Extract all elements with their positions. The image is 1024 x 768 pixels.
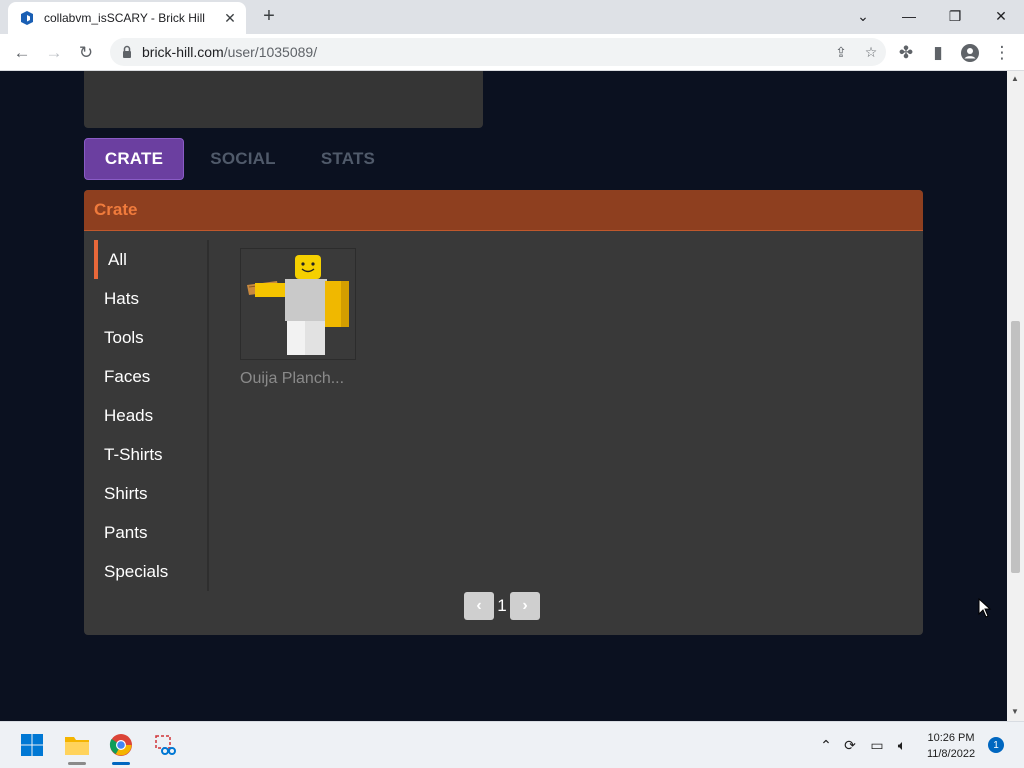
file-explorer-button[interactable] [60, 729, 94, 765]
mouse-cursor-icon [978, 598, 992, 618]
category-list: All Hats Tools Faces Heads T-Shirts Shir… [94, 240, 209, 591]
tab-title: collabvm_isSCARY - Brick Hill [44, 11, 205, 25]
address-bar[interactable]: brick-hill.com/user/1035089/ ⇪ ☆ [110, 38, 886, 66]
reload-button[interactable]: ↻ [72, 39, 100, 67]
browser-menu-icon[interactable]: ⋮ [988, 39, 1016, 67]
snipping-tool-button[interactable] [148, 729, 182, 761]
item-thumbnail[interactable] [240, 248, 356, 360]
tab-close-icon[interactable]: ✕ [218, 6, 242, 30]
prev-page-button[interactable]: ‹ [464, 592, 494, 620]
tab-social[interactable]: SOCIAL [196, 138, 290, 180]
chrome-icon [109, 734, 132, 756]
chrome-button[interactable] [104, 729, 138, 765]
profile-avatar-icon[interactable] [956, 39, 984, 67]
close-window-button[interactable]: ✕ [978, 0, 1024, 32]
chevron-left-icon: ‹ [476, 597, 482, 614]
browser-tab-bar: collabvm_isSCARY - Brick Hill ✕ + ⌄ — ❐ … [0, 0, 1024, 34]
url-text: brick-hill.com/user/1035089/ [142, 44, 318, 60]
crate-title: Crate [84, 190, 923, 231]
sync-icon[interactable]: ⟳ [839, 734, 861, 756]
category-pants[interactable]: Pants [94, 513, 207, 552]
side-panel-icon[interactable]: ▮ [924, 39, 952, 67]
new-tab-button[interactable]: + [257, 6, 281, 28]
category-tools[interactable]: Tools [94, 318, 207, 357]
browser-toolbar: ← → ↻ brick-hill.com/user/1035089/ ⇪ ☆ ✤… [0, 34, 1024, 71]
item-name[interactable]: Ouija Planch... [240, 370, 358, 388]
network-icon[interactable]: ▭ [866, 734, 888, 756]
brick-hill-favicon-icon [21, 11, 33, 25]
category-all[interactable]: All [94, 240, 207, 279]
chevron-right-icon: › [522, 597, 528, 614]
volume-icon[interactable]: 🔈︎ [891, 734, 913, 756]
crate-panel: Crate All Hats Tools Faces Heads T-Shirt… [84, 190, 923, 635]
category-hats[interactable]: Hats [94, 279, 207, 318]
clock-date: 11/8/2022 [926, 748, 976, 760]
pagination: ‹ 1 › [464, 592, 540, 620]
category-faces[interactable]: Faces [94, 357, 207, 396]
forward-button[interactable]: → [40, 39, 68, 67]
system-clock[interactable]: 10:26 PM 11/8/2022 [918, 730, 984, 762]
scroll-up-icon[interactable]: ▲ [1011, 74, 1019, 83]
windows-taskbar: ⌃ ⟳ ▭ 🔈︎ 10:26 PM 11/8/2022 1 [0, 721, 1024, 768]
page-scrollbar[interactable]: ▲ ▼ [1007, 71, 1024, 721]
scissors-icon [155, 735, 176, 755]
category-shirts[interactable]: Shirts [94, 474, 207, 513]
back-button[interactable]: ← [8, 39, 36, 67]
previous-panel [84, 71, 483, 128]
folder-icon [65, 737, 89, 755]
category-heads[interactable]: Heads [94, 396, 207, 435]
bookmark-star-icon[interactable]: ☆ [856, 38, 886, 66]
extensions-icon[interactable]: ✤ [892, 39, 920, 67]
category-t-shirts[interactable]: T-Shirts [94, 435, 207, 474]
lock-icon [123, 45, 131, 58]
browser-tab[interactable]: collabvm_isSCARY - Brick Hill ✕ [8, 2, 246, 34]
next-page-button[interactable]: › [510, 592, 540, 620]
tab-crate[interactable]: CRATE [84, 138, 184, 180]
page-number: 1 [497, 596, 507, 615]
restore-button[interactable]: ❐ [932, 0, 978, 32]
start-button[interactable] [15, 729, 49, 761]
windows-logo-icon [21, 734, 43, 756]
tab-search-icon[interactable]: ⌄ [840, 0, 886, 32]
category-specials[interactable]: Specials [94, 552, 207, 591]
crate-item[interactable]: Ouija Planch... [240, 248, 358, 388]
scrollbar-thumb[interactable] [1011, 321, 1020, 573]
page-viewport: CRATE SOCIAL STATS Crate All Hats Tools … [0, 71, 1007, 721]
chevron-up-icon[interactable]: ⌃ [815, 734, 837, 756]
avatar-figure-icon [247, 255, 349, 355]
notification-badge[interactable]: 1 [988, 737, 1004, 753]
clock-time: 10:26 PM [927, 732, 975, 744]
minimize-button[interactable]: — [886, 0, 932, 32]
scroll-down-icon[interactable]: ▼ [1011, 707, 1019, 716]
tab-stats[interactable]: STATS [308, 138, 388, 180]
share-icon[interactable]: ⇪ [826, 38, 856, 66]
